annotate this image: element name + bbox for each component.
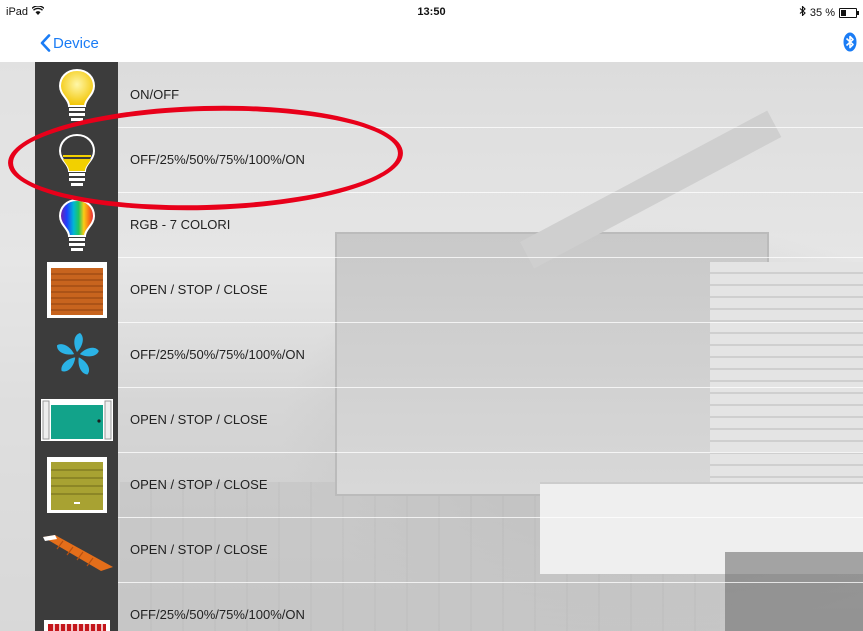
bluetooth-icon [843,32,857,52]
back-button[interactable]: Device [40,34,99,52]
list-item[interactable]: OFF/25%/50%/75%/100%/ON [35,322,863,388]
sliding-gate-icon [40,398,113,441]
list-item[interactable]: OPEN / STOP / CLOSE [35,452,863,518]
list-item[interactable]: OPEN / STOP / CLOSE [35,517,863,583]
device-list-view[interactable]: ON/OFF OFF/25%/50%/75%/100%/ON RGB - 7 C… [0,62,863,631]
list-item[interactable]: OPEN / STOP / CLOSE [35,387,863,453]
status-bar: iPad 13:50 35 % [0,0,863,24]
roller-shutter-icon [46,261,107,318]
bluetooth-icon [799,5,806,19]
battery-icon [839,7,859,18]
device-label: OPEN / STOP / CLOSE [130,412,268,427]
list-item[interactable]: OFF/25%/50%/75%/100%/ON [35,582,863,631]
garage-door-icon [46,456,107,513]
icon-tile [35,452,118,518]
battery-percent: 35 % [809,6,835,19]
device-label: OPEN / STOP / CLOSE [130,477,268,492]
status-time: 13:50 [417,6,446,18]
icon-tile [35,387,118,453]
fan-icon [56,332,99,375]
status-right: 35 % [799,5,859,19]
icon-tile [35,322,118,388]
chevron-left-icon [40,34,51,52]
device-label: OPEN / STOP / CLOSE [130,282,268,297]
list-item[interactable]: OPEN / STOP / CLOSE [35,257,863,323]
heater-icon [43,619,110,631]
barrier-icon [42,534,113,571]
lightbulb-icon [58,68,95,121]
back-label: Device [53,34,99,52]
device-label: OPEN / STOP / CLOSE [130,542,268,557]
icon-tile [35,517,118,583]
nav-bar: Device [0,24,863,62]
bluetooth-button[interactable] [843,32,857,57]
icon-tile [35,257,118,323]
device-label: OFF/25%/50%/75%/100%/ON [130,607,305,622]
icon-tile [35,582,118,631]
rgb-bulb-icon [58,198,95,251]
device-label: OFF/25%/50%/75%/100%/ON [130,347,305,362]
